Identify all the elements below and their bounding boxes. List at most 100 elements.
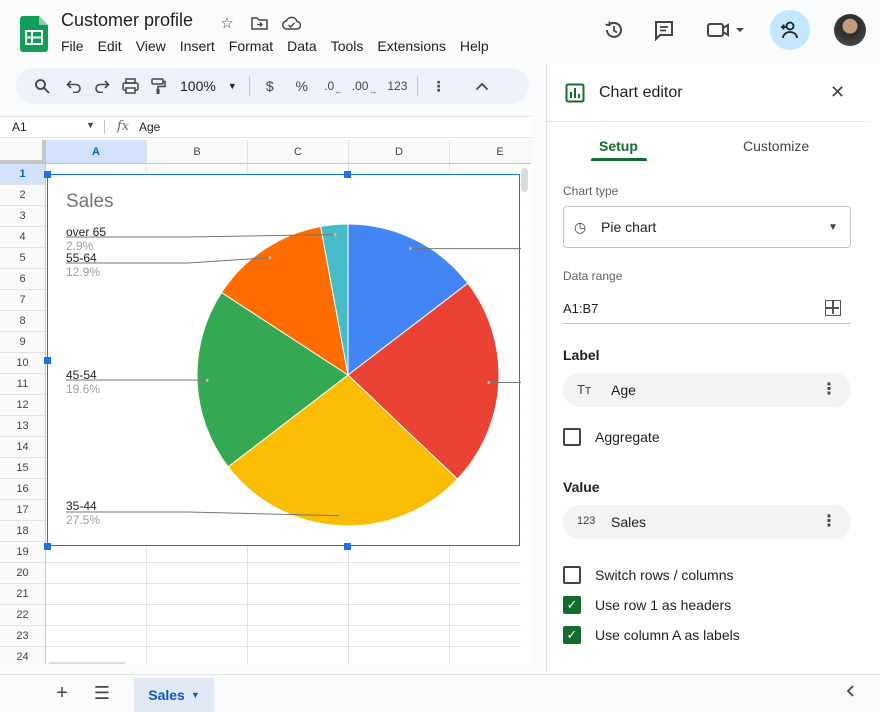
print-icon[interactable] (116, 72, 144, 100)
number-format-button[interactable]: 123 (383, 72, 411, 100)
row-header[interactable]: 17 (0, 500, 46, 521)
select-range-icon[interactable] (825, 300, 841, 316)
row-header[interactable]: 1 (0, 164, 46, 185)
menu-data[interactable]: Data (280, 37, 324, 55)
data-range-input[interactable]: A1:B7 (563, 301, 598, 316)
history-icon[interactable] (594, 10, 634, 50)
more-options-icon[interactable]: ⋮ (424, 72, 452, 100)
chevron-left-icon[interactable] (846, 684, 855, 700)
menu-file[interactable]: File (54, 37, 91, 55)
column-header-b[interactable]: B (147, 140, 248, 164)
zoom-select[interactable]: 100% ▼ (172, 72, 243, 100)
currency-format-button[interactable]: $ (256, 72, 284, 100)
undo-icon[interactable] (60, 72, 88, 100)
row-header[interactable]: 9 (0, 332, 46, 353)
sheets-logo-icon[interactable] (20, 16, 48, 52)
aggregate-checkbox[interactable] (563, 428, 581, 446)
horizontal-scrollbar[interactable] (48, 662, 126, 664)
name-box[interactable]: A1 (12, 120, 27, 134)
row-header[interactable]: 24 (0, 647, 46, 664)
avatar[interactable] (830, 10, 870, 50)
paint-format-icon[interactable] (144, 72, 172, 100)
menu-insert[interactable]: Insert (173, 37, 222, 55)
chevron-down-icon[interactable]: ▼ (86, 120, 95, 130)
row-header[interactable]: 10 (0, 353, 46, 374)
tab-customize[interactable]: Customize (743, 138, 809, 154)
value-series-chip[interactable]: 123 Sales ⋮ (563, 505, 851, 539)
menu-edit[interactable]: Edit (91, 37, 129, 55)
search-menus-icon[interactable] (28, 72, 56, 100)
more-options-icon[interactable]: ⋮ (821, 379, 837, 399)
switch-rows-checkbox[interactable] (563, 566, 581, 584)
row-header[interactable]: 21 (0, 584, 46, 605)
column-header-c[interactable]: C (248, 140, 349, 164)
row-header[interactable]: 19 (0, 542, 46, 563)
select-all-corner[interactable] (0, 140, 46, 164)
row-header[interactable]: 18 (0, 521, 46, 542)
menu-tools[interactable]: Tools (324, 37, 371, 55)
vertical-scrollbar[interactable] (520, 166, 529, 664)
row-header[interactable]: 11 (0, 374, 46, 395)
formula-input[interactable]: Age (139, 120, 160, 134)
percent-format-button[interactable]: % (288, 72, 316, 100)
row-header[interactable]: 16 (0, 479, 46, 500)
slice-percent: 12.9% (66, 265, 101, 279)
menu-view[interactable]: View (129, 37, 173, 55)
label-series-chip[interactable]: Tт Age ⋮ (563, 373, 851, 407)
row-header[interactable]: 8 (0, 311, 46, 332)
sheet-tab-sales[interactable]: Sales ▼ (134, 678, 214, 712)
vertical-scroll-thumb[interactable] (521, 168, 528, 192)
menu-help[interactable]: Help (453, 37, 496, 55)
column-header-e[interactable]: E (450, 140, 531, 164)
use-row-headers-checkbox[interactable]: ✓ (563, 596, 581, 614)
all-sheets-icon[interactable]: ☰ (92, 683, 112, 703)
add-sheet-icon[interactable]: + (52, 683, 72, 703)
comment-icon[interactable] (644, 10, 684, 50)
collapse-menus-icon[interactable] (468, 72, 496, 100)
resize-handle[interactable] (344, 543, 351, 550)
cloud-status-icon[interactable] (280, 12, 302, 34)
menu-extensions[interactable]: Extensions (370, 37, 452, 55)
more-options-icon[interactable]: ⋮ (821, 511, 837, 531)
row-header[interactable]: 5 (0, 248, 46, 269)
decrease-decimal-button[interactable]: .0 ← (320, 72, 348, 100)
chart-type-select[interactable]: ◷ Pie chart ▼ (563, 206, 851, 248)
resize-handle[interactable] (44, 543, 51, 550)
increase-decimal-button[interactable]: .00 → (348, 72, 382, 100)
tab-setup[interactable]: Setup (599, 138, 638, 154)
formula-divider (104, 120, 105, 134)
star-icon[interactable]: ☆ (216, 12, 238, 34)
row-header[interactable]: 6 (0, 269, 46, 290)
chevron-down-icon[interactable]: ▼ (191, 690, 200, 700)
row-header[interactable]: 4 (0, 227, 46, 248)
use-col-labels-label: Use column A as labels (595, 627, 740, 643)
move-folder-icon[interactable] (248, 12, 270, 34)
meet-icon[interactable] (700, 10, 752, 50)
resize-handle[interactable] (344, 171, 351, 178)
column-header-d[interactable]: D (349, 140, 450, 164)
pie-chart[interactable]: Sales over 65 2.9% 55-64 12.9% 45-54 19.6% … (47, 174, 521, 546)
redo-icon[interactable] (88, 72, 116, 100)
row-header[interactable]: 2 (0, 185, 46, 206)
row-header[interactable]: 13 (0, 416, 46, 437)
document-title[interactable]: Customer profile (61, 10, 193, 31)
column-header-a[interactable]: A (46, 140, 147, 164)
close-icon[interactable]: ✕ (830, 82, 845, 103)
spreadsheet-grid[interactable]: A B C D E 1 2 3 4 5 6 7 8 9 10 11 12 13 14 15 16 17 18 19 2… (0, 140, 531, 664)
row-header[interactable]: 12 (0, 395, 46, 416)
leader-dot (338, 514, 342, 518)
share-icon[interactable] (770, 10, 810, 50)
number-type-icon: 123 (577, 515, 596, 527)
row-header[interactable]: 14 (0, 437, 46, 458)
decrease-decimal-label: .0 (324, 79, 335, 93)
row-header[interactable]: 3 (0, 206, 46, 227)
row-header[interactable]: 20 (0, 563, 46, 584)
menu-format[interactable]: Format (222, 37, 280, 55)
row-header[interactable]: 15 (0, 458, 46, 479)
row-header[interactable]: 23 (0, 626, 46, 647)
use-col-labels-checkbox[interactable]: ✓ (563, 626, 581, 644)
resize-handle[interactable] (44, 171, 51, 178)
resize-handle[interactable] (44, 357, 51, 364)
row-header[interactable]: 22 (0, 605, 46, 626)
row-header[interactable]: 7 (0, 290, 46, 311)
